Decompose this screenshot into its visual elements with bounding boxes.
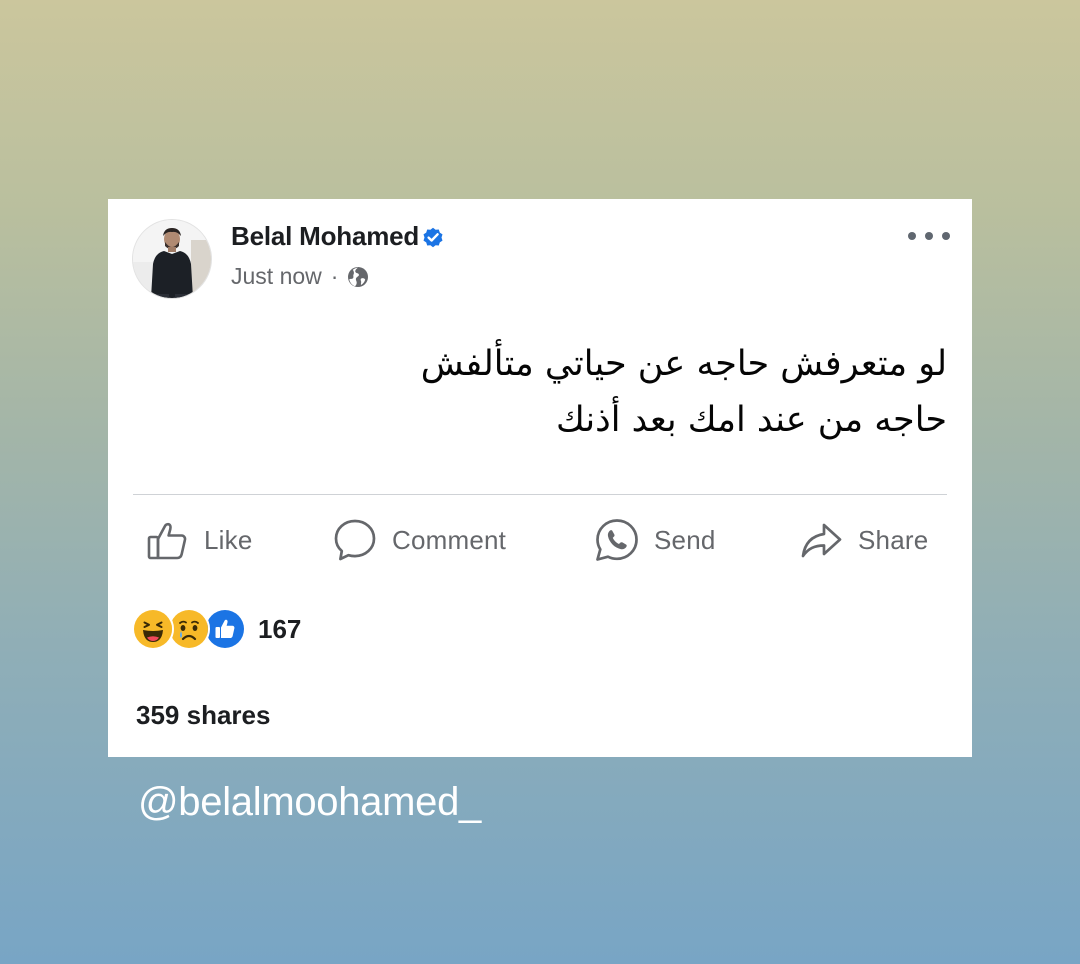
comment-button[interactable]: Comment — [332, 512, 506, 568]
avatar[interactable] — [133, 220, 211, 298]
like-button[interactable]: Like — [146, 512, 253, 568]
post-text-line: حاجه من عند امك بعد أذنك — [555, 400, 947, 440]
reactions-summary[interactable]: 167 — [132, 608, 301, 650]
author-header: Belal Mohamed — [231, 221, 445, 252]
reactions-count: 167 — [258, 613, 302, 644]
comment-icon — [334, 519, 376, 561]
post-meta: Just now · — [231, 263, 370, 290]
post-text-line: لو متعرفش حاجه عن حياتي متألفش — [420, 344, 947, 384]
share-label: Share — [858, 524, 929, 555]
share-arrow-icon — [801, 523, 842, 558]
meta-separator: · — [330, 263, 339, 289]
sad-icon — [168, 608, 210, 650]
like-label: Like — [204, 524, 253, 555]
haha-icon — [132, 608, 174, 650]
share-button[interactable]: Share — [798, 512, 928, 568]
globe-icon[interactable] — [346, 265, 370, 289]
divider — [133, 494, 947, 495]
send-button[interactable]: Send — [594, 512, 716, 568]
post-timestamp[interactable]: Just now — [231, 263, 322, 290]
more-dot — [942, 232, 950, 240]
shares-count[interactable]: 359 shares — [136, 700, 270, 731]
whatsapp-icon — [596, 519, 638, 561]
like-icon — [204, 608, 246, 650]
more-dot — [925, 232, 933, 240]
post-card: Belal Mohamed Just now · لو متعرفش حاجه … — [108, 199, 972, 757]
comment-label: Comment — [392, 524, 507, 555]
more-dot — [908, 232, 916, 240]
post-text: لو متعرفش حاجه عن حياتي متألفش حاجه من ع… — [327, 336, 947, 448]
creator-handle: @belalmoohamed_ — [138, 780, 481, 824]
more-options-icon[interactable] — [908, 225, 950, 247]
author-name[interactable]: Belal Mohamed — [231, 221, 419, 252]
send-label: Send — [654, 524, 716, 555]
thumbs-up-icon — [147, 522, 187, 560]
verified-badge-icon — [421, 225, 445, 249]
